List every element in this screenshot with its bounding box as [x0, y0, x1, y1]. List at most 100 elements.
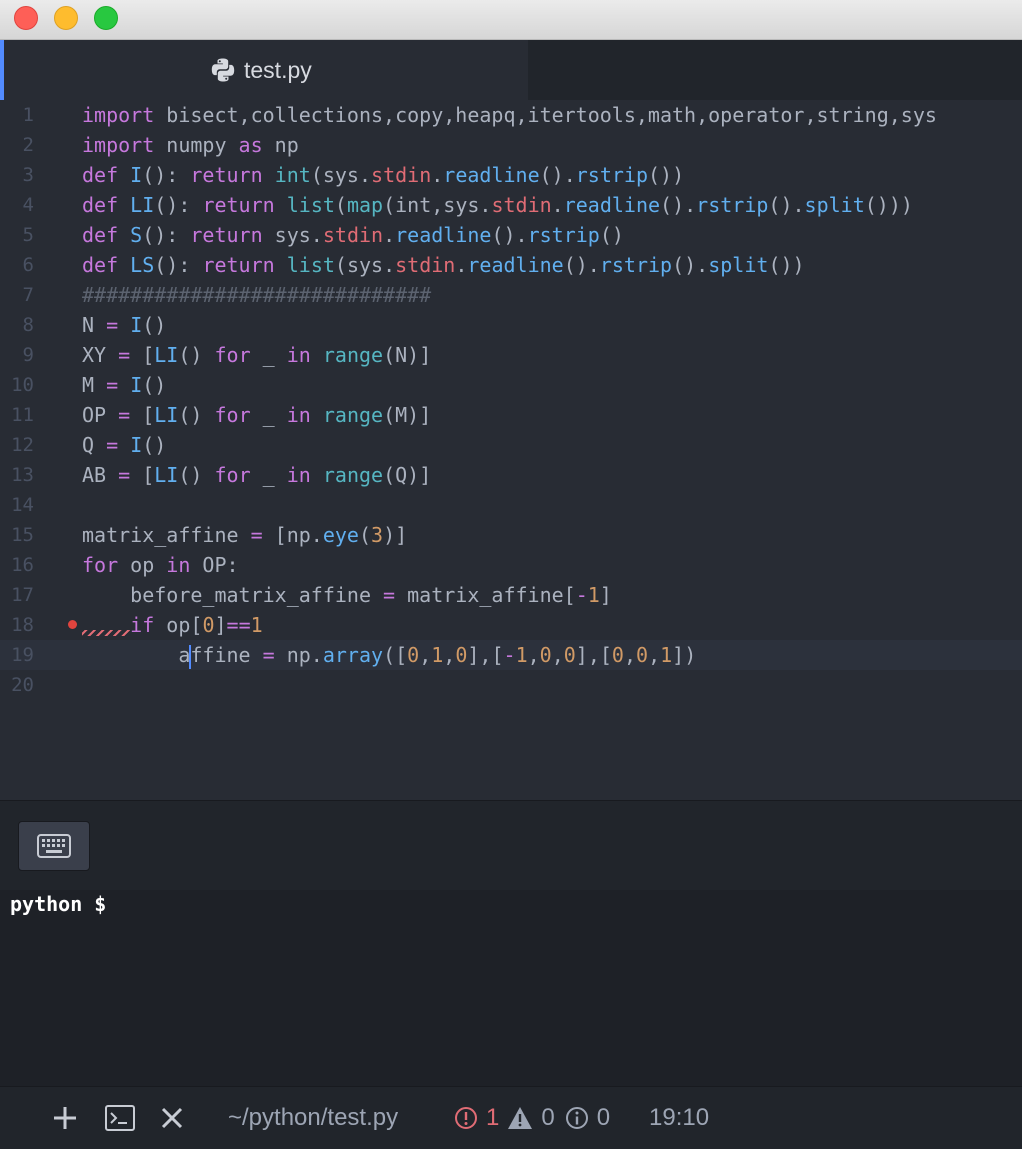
code-token [82, 613, 130, 637]
warning-icon [507, 1106, 533, 1130]
code-token: [ [130, 343, 154, 367]
code-text: def LS(): return list(sys.stdin.readline… [82, 250, 805, 280]
code-token: (sys. [335, 253, 395, 277]
code-token: = [383, 583, 395, 607]
file-path[interactable]: ~/python/test.py [228, 1087, 398, 1149]
code-line[interactable]: 16for op in OP: [0, 550, 1022, 580]
code-token: 0 [636, 643, 648, 667]
terminal-button[interactable] [105, 1087, 135, 1149]
code-line[interactable]: 14 [0, 490, 1022, 520]
code-line[interactable]: 18 if op[0]==1 [0, 610, 1022, 640]
code-token: , [419, 643, 431, 667]
terminal-prompt: python $ [10, 890, 106, 918]
code-text: matrix_affine = [np.eye(3)] [82, 520, 407, 550]
code-token: 0 [407, 643, 419, 667]
code-token: (). [672, 253, 708, 277]
code-token: (): [142, 163, 190, 187]
diagnostics-summary[interactable]: 1 0 0 [454, 1087, 610, 1149]
code-token: . [431, 163, 443, 187]
code-line[interactable]: 4def LI(): return list(map(int,sys.stdin… [0, 190, 1022, 220]
add-terminal-button[interactable] [52, 1087, 78, 1149]
maximize-window-button[interactable] [94, 6, 118, 30]
code-line[interactable]: 13AB = [LI() for _ in range(Q)] [0, 460, 1022, 490]
minimize-window-button[interactable] [54, 6, 78, 30]
error-icon [454, 1106, 478, 1130]
code-token: 0 [612, 643, 624, 667]
code-line[interactable]: 19 affine = np.array([0,1,0],[-1,0,0],[0… [0, 640, 1022, 670]
code-line[interactable]: 6def LS(): return list(sys.stdin.readlin… [0, 250, 1022, 280]
code-token: eye [323, 523, 359, 547]
code-line[interactable]: 17 before_matrix_affine = matrix_affine[… [0, 580, 1022, 610]
code-token: for [214, 343, 250, 367]
code-token: ] [214, 613, 226, 637]
code-text: ############################# [82, 280, 431, 310]
code-token: [ [130, 463, 154, 487]
code-editor[interactable]: 1 import bisect,collections,copy,heapq,it… [0, 100, 1022, 800]
code-token: (Q)] [383, 463, 431, 487]
code-token: split [805, 193, 865, 217]
code-line[interactable]: 5def S(): return sys.stdin.readline().rs… [0, 220, 1022, 250]
code-token: np. [275, 643, 323, 667]
code-text: import bisect,collections,copy,heapq,ite… [82, 100, 937, 130]
line-number: 1 [0, 100, 34, 130]
keyboard-toggle-button[interactable] [18, 821, 90, 871]
code-text: def I(): return int(sys.stdin.readline()… [82, 160, 684, 190]
python-icon [210, 57, 236, 83]
code-token: stdin [491, 193, 551, 217]
code-token: I [130, 163, 142, 187]
code-line[interactable]: 2import numpy as np [0, 130, 1022, 160]
line-number: 18 [0, 610, 34, 640]
code-token: () [178, 403, 214, 427]
code-line[interactable]: 11OP = [LI() for _ in range(M)] [0, 400, 1022, 430]
code-text: def S(): return sys.stdin.readline().rst… [82, 220, 624, 250]
terminal-panel[interactable]: python $ [0, 890, 1022, 1086]
code-token: () [142, 313, 166, 337]
code-token: 3 [371, 523, 383, 547]
status-bar: ~/python/test.py 1 0 0 19:10 [0, 1086, 1022, 1149]
warning-count: 0 [541, 1104, 554, 1132]
code-token: = [106, 433, 118, 457]
code-line[interactable]: 20 [0, 670, 1022, 700]
code-token: if [130, 613, 154, 637]
code-token [118, 223, 130, 247]
code-token: . [455, 253, 467, 277]
code-token: split [708, 253, 768, 277]
code-token [275, 253, 287, 277]
line-number: 9 [0, 340, 34, 370]
code-text: affine = np.array([0,1,0],[-1,0,0],[0,0,… [82, 640, 696, 670]
close-window-button[interactable] [14, 6, 38, 30]
code-token [118, 373, 130, 397]
code-token: (sys. [311, 163, 371, 187]
code-text: Q = I() [82, 430, 166, 460]
code-token: [np. [263, 523, 323, 547]
code-token: matrix_affine[ [395, 583, 576, 607]
code-token: ] [600, 583, 612, 607]
code-token: ],[ [576, 643, 612, 667]
cursor-position[interactable]: 19:10 [649, 1087, 709, 1149]
code-line[interactable]: 12Q = I() [0, 430, 1022, 460]
error-marker-icon[interactable] [68, 620, 77, 629]
code-token: () [142, 433, 166, 457]
code-line[interactable]: 10M = I() [0, 370, 1022, 400]
terminal-icon [105, 1105, 135, 1131]
code-token: ffine [190, 643, 262, 667]
close-terminal-button[interactable] [160, 1087, 184, 1149]
code-token: (). [491, 223, 527, 247]
code-token: ( [335, 193, 347, 217]
code-token: (): [154, 253, 202, 277]
code-line[interactable]: 7############################# [0, 280, 1022, 310]
code-token: ],[ [467, 643, 503, 667]
code-token: (M)] [383, 403, 431, 427]
code-token: readline [395, 223, 491, 247]
code-line[interactable]: 15matrix_affine = [np.eye(3)] [0, 520, 1022, 550]
code-line[interactable]: 3def I(): return int(sys.stdin.readline(… [0, 160, 1022, 190]
code-token: 0 [540, 643, 552, 667]
code-line[interactable]: 9XY = [LI() for _ in range(N)] [0, 340, 1022, 370]
code-token: _ [251, 343, 287, 367]
tab-test-py[interactable]: test.py [0, 40, 528, 100]
code-token: numpy [154, 133, 238, 157]
line-number: 20 [0, 670, 34, 700]
line-number: 11 [0, 400, 34, 430]
code-line[interactable]: 8N = I() [0, 310, 1022, 340]
code-line[interactable]: 1 import bisect,collections,copy,heapq,it… [0, 100, 1022, 130]
